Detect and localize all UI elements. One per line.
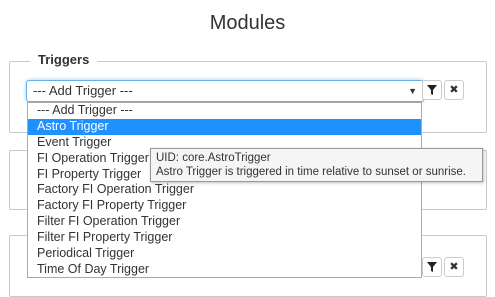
dropdown-option[interactable]: Time Of Day Trigger — [28, 262, 421, 278]
dropdown-option[interactable]: Filter FI Operation Trigger — [28, 214, 421, 230]
dropdown-option-selected[interactable]: Astro Trigger — [28, 118, 421, 135]
add-trigger-select[interactable]: --- Add Trigger --- ▼ — [26, 80, 424, 102]
add-trigger-select-value: --- Add Trigger --- — [33, 83, 133, 98]
close-icon: ✖ — [449, 261, 459, 273]
dropdown-option[interactable]: Factory FI Property Trigger — [28, 198, 421, 214]
dropdown-option[interactable]: Factory FI Operation Trigger — [28, 182, 421, 198]
filter-icon — [427, 262, 437, 272]
filter-button[interactable] — [422, 80, 442, 100]
tooltip-description: Astro Trigger is triggered in time relat… — [156, 166, 466, 178]
close-icon: ✖ — [449, 84, 459, 96]
trigger-dropdown-list: --- Add Trigger --- Astro Trigger Event … — [27, 102, 422, 278]
page-title: Modules — [209, 12, 286, 34]
triggers-legend: Triggers — [30, 52, 98, 67]
remove-action-button[interactable]: ✖ — [444, 257, 464, 277]
dropdown-option[interactable]: Filter FI Property Trigger — [28, 230, 421, 246]
filter-button-action[interactable] — [422, 257, 442, 277]
chevron-down-icon: ▼ — [408, 86, 417, 96]
filter-icon — [427, 85, 437, 95]
dropdown-option[interactable]: Periodical Trigger — [28, 246, 421, 262]
dropdown-option[interactable]: --- Add Trigger --- — [28, 103, 421, 119]
remove-trigger-button[interactable]: ✖ — [444, 80, 464, 100]
trigger-tooltip: UID: core.AstroTrigger Astro Trigger is … — [150, 148, 483, 182]
tooltip-uid: UID: core.AstroTrigger — [156, 152, 271, 164]
